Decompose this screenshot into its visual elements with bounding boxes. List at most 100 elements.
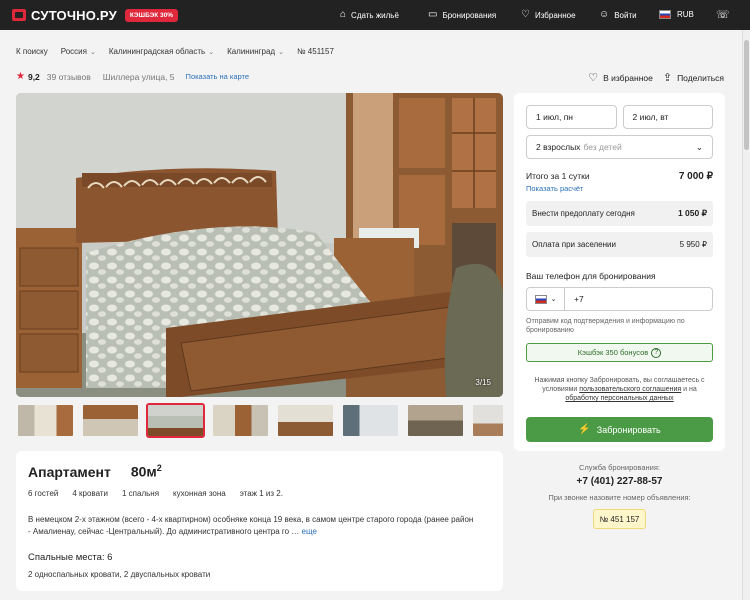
checkin-date-field[interactable]: 1 июл, пн [526, 105, 617, 129]
phone-input[interactable]: ⌄ +7 [526, 287, 713, 311]
country-code-selector[interactable]: ⌄ [527, 288, 565, 310]
thumbnail[interactable] [16, 403, 75, 438]
description-text: В немецком 2-х этажном (всего - 4-х квар… [28, 514, 474, 536]
logo-text: СУТОЧНО.РУ [31, 7, 117, 23]
listing-actions: ♡ В избранное ⇪ Поделиться [578, 71, 724, 84]
prepayment-value: 1 050 ₽ [677, 208, 707, 218]
listing-number-badge: № 451 157 [593, 509, 646, 529]
thumbnail[interactable] [341, 403, 400, 438]
page-scrollbar[interactable] [742, 30, 750, 600]
breadcrumb: К поиску Россия ⌄ Калининградская область… [16, 47, 347, 56]
description: В немецком 2-х этажном (всего - 4-х квар… [28, 514, 478, 538]
house-icon: ⌂ [340, 9, 347, 20]
russia-flag-icon [534, 294, 547, 304]
total-label: Итого за 1 сутки [526, 171, 590, 181]
share-icon: ⇪ [662, 72, 673, 84]
nav-login[interactable]: ☺ Войти [599, 10, 637, 20]
phone-code: +7 [574, 294, 584, 304]
property-type: Апартамент [28, 463, 111, 480]
chevron-down-icon: ⌄ [278, 49, 284, 56]
main-photo[interactable]: 3/15 [16, 93, 503, 397]
property-area: 80м2 [130, 463, 162, 480]
checkin-payment-label: Оплата при заселении [532, 240, 616, 249]
personal-data-link[interactable]: обработку персональных данных [565, 395, 673, 402]
lightning-icon: ⚡ [578, 424, 591, 435]
guests-count: 6 гостей [28, 488, 59, 498]
nav-login-label: Войти [614, 10, 637, 20]
thumbnail-active[interactable] [146, 403, 205, 438]
breadcrumb-country[interactable]: Россия ⌄ [61, 47, 96, 56]
phone-hint: Отправим код подтверждения и информацию … [526, 318, 685, 334]
heart-icon: ♡ [521, 9, 530, 20]
share-button[interactable]: ⇪ Поделиться [663, 71, 724, 84]
rating-value: 9,2 [27, 71, 40, 82]
reviews-link[interactable]: 39 отзывов [47, 72, 91, 82]
thumbnail[interactable] [276, 403, 335, 438]
thumbnail[interactable] [211, 403, 270, 438]
show-calculation-link[interactable]: Показать расчёт [526, 184, 713, 193]
photo-thumbnails [16, 403, 503, 438]
book-button-label: Забронировать [596, 424, 661, 435]
scrollbar-thumb[interactable] [744, 40, 749, 150]
nav-favorites[interactable]: ♡ Избранное [521, 10, 576, 20]
prepayment-row: Внести предоплату сегодня 1 050 ₽ [526, 201, 713, 226]
breadcrumb-back[interactable]: К поиску [16, 47, 48, 56]
total-price: 7 000 ₽ [678, 171, 713, 182]
user-agreement-link[interactable]: пользовательского соглашения [579, 386, 681, 393]
guests-value: 2 взрослых [536, 142, 581, 152]
ticket-icon: ▭ [428, 9, 438, 20]
cashback-badge[interactable]: КЭШБЭК 30% [124, 8, 178, 22]
add-to-favorites-button[interactable]: ♡ В избранное [588, 71, 653, 84]
kitchen-info: кухонная зона [173, 488, 226, 498]
breadcrumb-region[interactable]: Калининградская область ⌄ [109, 47, 214, 56]
nav-bookings[interactable]: ▭ Бронирования [428, 10, 496, 20]
currency-selector[interactable]: RUB [659, 10, 694, 19]
chevron-down-icon: ⌄ [89, 49, 96, 56]
sleeping-places-text: 2 односпальных кровати, 2 двуспальных кр… [28, 569, 211, 579]
cashback-text: Кэшбэк 350 бонусов [577, 348, 649, 357]
guests-selector[interactable]: 2 взрослых без детей ⌄ [526, 135, 713, 159]
bedrooms-count: 1 спальня [122, 488, 160, 498]
booking-service: Служба бронирования: +7 (401) 227-88-57 … [514, 463, 725, 529]
book-button[interactable]: ⚡ Забронировать [526, 417, 713, 442]
agreement-text: Нажимая кнопку Забронировать, вы соглаша… [534, 377, 705, 402]
show-on-map-link[interactable]: Показать на карте [186, 72, 250, 81]
heart-icon: ♡ [588, 72, 599, 84]
phone-label: Ваш телефон для бронирования [526, 271, 656, 281]
address: Шиллера улица, 5 [102, 71, 175, 82]
user-icon: ☺ [599, 9, 610, 20]
support-icon[interactable]: ☏ [716, 8, 730, 21]
thumbnail[interactable] [406, 403, 465, 438]
cashback-info[interactable]: Кэшбэк 350 бонусов ? [526, 343, 713, 362]
read-more-link[interactable]: еще [302, 527, 317, 536]
booking-card: 1 июл, пн 2 июл, вт 2 взрослых без детей … [514, 93, 725, 451]
nav-favorites-label: Избранное [534, 10, 576, 20]
sleeping-places-title: Спальные места: 6 [28, 551, 113, 563]
bedroom-photo [16, 93, 503, 397]
checkout-date-field[interactable]: 2 июл, вт [622, 105, 713, 129]
chevron-down-icon: ⌄ [550, 296, 557, 303]
nav-list-property-label: Сдать жильё [351, 10, 399, 20]
breadcrumb-listing: № 451157 [296, 47, 334, 56]
prepayment-label: Внести предоплату сегодня [532, 209, 635, 218]
top-header: СУТОЧНО.РУ КЭШБЭК 30% ⌂ Сдать жильё ▭ Бр… [0, 0, 750, 30]
thumbnail[interactable] [471, 403, 503, 438]
russia-flag-icon [659, 10, 671, 19]
nav-list-property[interactable]: ⌂ Сдать жильё [340, 10, 399, 20]
share-label: Поделиться [677, 72, 724, 83]
logo-icon [12, 9, 26, 21]
guests-note: без детей [583, 142, 622, 152]
site-logo[interactable]: СУТОЧНО.РУ КЭШБЭК 30% [12, 8, 178, 23]
chevron-down-icon: ⌄ [208, 49, 215, 56]
service-phone[interactable]: +7 (401) 227-88-57 [514, 476, 725, 487]
summary-row: ★ 9,2 39 отзывов Шиллера улица, 5 Показа… [16, 71, 249, 82]
star-icon: ★ [16, 71, 25, 82]
service-hint: При звонке назовите номер объявления: [548, 493, 691, 502]
question-icon[interactable]: ? [651, 347, 662, 358]
thumbnail[interactable] [81, 403, 140, 438]
chevron-down-icon: ⌄ [695, 141, 703, 152]
service-label: Служба бронирования: [579, 463, 660, 472]
breadcrumb-city[interactable]: Калининград ⌄ [227, 47, 284, 56]
photo-counter: 3/15 [475, 378, 491, 387]
date-range: 1 июл, пн 2 июл, вт [526, 105, 713, 129]
